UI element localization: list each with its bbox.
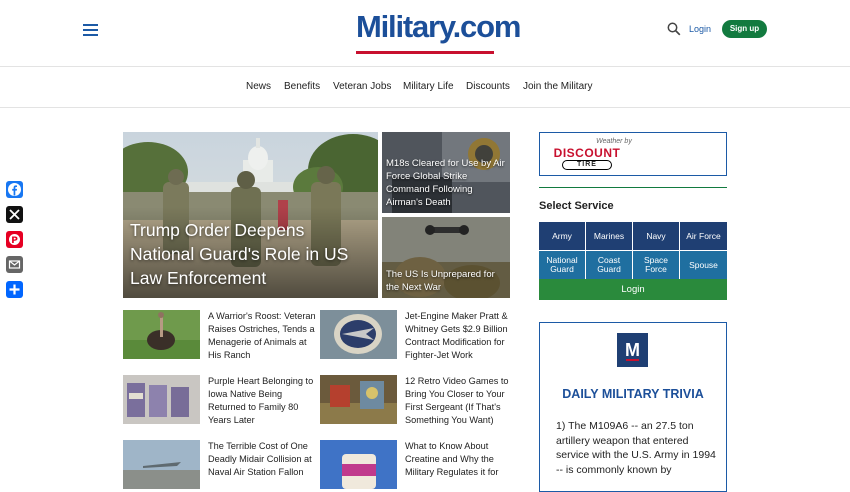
service-air-force[interactable]: Air Force <box>680 222 727 250</box>
signup-button[interactable]: Sign up <box>722 20 767 38</box>
nav-military-life[interactable]: Military Life <box>403 81 454 92</box>
service-navy[interactable]: Navy <box>633 222 679 250</box>
hero-headline: Trump Order Deepens National Guard's Rol… <box>130 220 349 288</box>
discount-tire-logo-sub: TIRE <box>562 160 612 170</box>
story-item[interactable]: Purple Heart Belonging to Iowa Native Be… <box>123 375 318 427</box>
nav-join-the-military[interactable]: Join the Military <box>523 81 592 92</box>
story-title: Jet-Engine Maker Pratt & Whitney Gets $2… <box>405 311 508 360</box>
site-header: Military.com Login Sign up <box>0 0 850 67</box>
email-icon[interactable] <box>6 256 23 273</box>
story-title: 12 Retro Video Games to Bring You Closer… <box>405 376 509 425</box>
feature-tile-m18[interactable]: M18s Cleared for Use by Air Force Global… <box>382 132 510 213</box>
weather-sponsor-widget[interactable]: Weather by DISCOUNT TIRE <box>539 132 727 176</box>
svg-text:P: P <box>11 236 18 246</box>
service-login-button[interactable]: Login <box>539 279 727 300</box>
story-item[interactable]: The Terrible Cost of One Deadly Midair C… <box>123 440 318 489</box>
story-item[interactable]: What to Know About Creatine and Why the … <box>320 440 515 489</box>
service-spouse[interactable]: Spouse <box>680 251 727 279</box>
site-logo[interactable]: Military.com <box>356 9 521 54</box>
select-service-title: Select Service <box>539 200 614 212</box>
login-link[interactable]: Login <box>689 24 711 34</box>
service-national-guard[interactable]: National Guard <box>539 251 585 279</box>
facebook-icon[interactable] <box>6 181 23 198</box>
story-item[interactable]: 12 Retro Video Games to Bring You Closer… <box>320 375 515 427</box>
story-thumb <box>320 375 397 424</box>
hero-story[interactable]: Trump Order Deepens National Guard's Rol… <box>123 132 378 298</box>
story-thumb <box>123 375 200 424</box>
story-thumb <box>320 440 397 489</box>
trivia-question: 1) The M109A6 -- an 27.5 ton artillery w… <box>556 420 716 476</box>
main-nav: News Benefits Veteran Jobs Military Life… <box>0 67 850 108</box>
story-title: The Terrible Cost of One Deadly Midair C… <box>208 441 312 477</box>
service-space-force[interactable]: Space Force <box>633 251 679 279</box>
story-item[interactable]: A Warrior's Roost: Veteran Raises Ostric… <box>123 310 318 362</box>
search-icon[interactable] <box>667 22 681 36</box>
weather-sponsor-prefix: Weather by <box>596 138 632 145</box>
daily-trivia-widget: M DAILY MILITARY TRIVIA 1) The M109A6 --… <box>539 322 727 492</box>
story-thumb <box>123 310 200 359</box>
logo-text: Military.com <box>356 9 521 44</box>
tile-headline-m18: M18s Cleared for Use by Air Force Global… <box>386 158 505 208</box>
service-army[interactable]: Army <box>539 222 585 250</box>
story-title: Purple Heart Belonging to Iowa Native Be… <box>208 376 314 425</box>
discount-tire-logo: DISCOUNT <box>553 146 621 160</box>
menu-icon[interactable] <box>83 24 98 36</box>
share-plus-icon[interactable] <box>6 281 23 298</box>
story-item[interactable]: Jet-Engine Maker Pratt & Whitney Gets $2… <box>320 310 515 362</box>
trivia-title: DAILY MILITARY TRIVIA <box>562 387 704 401</box>
nav-news[interactable]: News <box>246 81 271 92</box>
nav-discounts[interactable]: Discounts <box>466 81 510 92</box>
story-thumb <box>123 440 200 489</box>
story-title: A Warrior's Roost: Veteran Raises Ostric… <box>208 311 316 360</box>
service-marines[interactable]: Marines <box>586 222 632 250</box>
story-title: What to Know About Creatine and Why the … <box>405 441 499 477</box>
feature-tile-next-war[interactable]: The US Is Unprepared for the Next War <box>382 217 510 298</box>
sidebar-divider <box>539 187 727 188</box>
military-m-logo: M <box>617 333 648 367</box>
nav-veteran-jobs[interactable]: Veteran Jobs <box>333 81 391 92</box>
nav-benefits[interactable]: Benefits <box>284 81 320 92</box>
story-thumb <box>320 310 397 359</box>
x-icon[interactable] <box>6 206 23 223</box>
tile-headline-next-war: The US Is Unprepared for the Next War <box>386 269 495 293</box>
service-coast-guard[interactable]: Coast Guard <box>586 251 632 279</box>
pinterest-icon[interactable]: P <box>6 231 23 248</box>
